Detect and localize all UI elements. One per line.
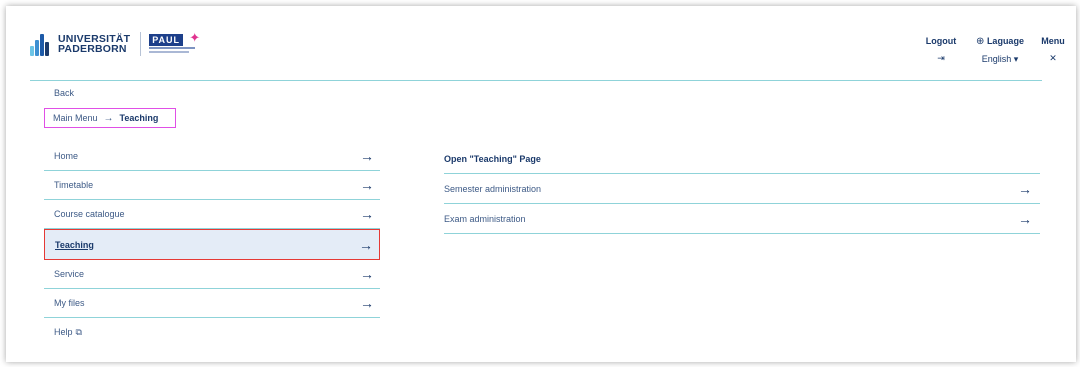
sparkle-icon: ✦: [189, 30, 201, 45]
logout-icon: ⇥: [937, 53, 945, 63]
arrow-right-icon: →: [360, 295, 374, 311]
arrow-right-icon: →: [359, 236, 373, 253]
menu-item-service[interactable]: Service →: [44, 260, 380, 289]
menu-item-timetable[interactable]: Timetable →: [44, 171, 380, 200]
menu-item-home[interactable]: Home →: [44, 142, 380, 171]
exam-administration-link[interactable]: Exam administration →: [444, 204, 1040, 234]
menu-item-course-catalogue[interactable]: Course catalogue →: [44, 200, 380, 229]
menu-item-my-files[interactable]: My files →: [44, 289, 380, 318]
arrow-right-icon: →: [360, 206, 374, 222]
university-name: UNIVERSITÄT PADERBORN: [58, 33, 131, 55]
arrow-right-icon: →: [360, 148, 374, 164]
arrow-right-icon: →: [360, 177, 374, 193]
open-teaching-page-link[interactable]: Open "Teaching" Page: [444, 144, 1040, 174]
university-logo[interactable]: UNIVERSITÄT PADERBORN PAUL ✦: [30, 30, 201, 58]
university-mark-icon: [30, 32, 52, 56]
teaching-panel: Open "Teaching" Page Semester administra…: [444, 144, 1040, 234]
breadcrumb: Main Menu → Teaching: [44, 108, 176, 128]
breadcrumb-main-menu[interactable]: Main Menu: [53, 113, 98, 123]
semester-administration-link[interactable]: Semester administration →: [444, 174, 1040, 204]
chevron-down-icon: ▾: [1013, 54, 1019, 64]
arrow-right-icon: →: [1018, 210, 1032, 227]
arrow-right-icon: →: [1018, 180, 1032, 197]
close-icon: ✕: [1049, 53, 1057, 63]
menu-item-teaching[interactable]: Teaching →: [44, 229, 380, 260]
main-menu: Home → Timetable → Course catalogue → Te…: [44, 142, 380, 347]
external-link-icon: ⧉: [75, 327, 82, 337]
menu-button[interactable]: Menu ✕: [1038, 36, 1068, 64]
back-link[interactable]: Back: [54, 88, 74, 98]
language-dropdown[interactable]: English ▾: [972, 54, 1028, 65]
language-selector[interactable]: ⊕ Laguage English ▾: [972, 36, 1028, 65]
globe-icon: ⊕: [976, 36, 985, 47]
breadcrumb-current: Teaching: [119, 113, 159, 123]
menu-item-help[interactable]: Help ⧉: [44, 318, 380, 347]
arrow-right-icon: →: [103, 112, 114, 124]
logout-button[interactable]: Logout ⇥: [924, 36, 958, 64]
header-divider: [30, 80, 1042, 81]
arrow-right-icon: →: [360, 266, 374, 282]
paul-logo: PAUL ✦: [149, 30, 201, 56]
